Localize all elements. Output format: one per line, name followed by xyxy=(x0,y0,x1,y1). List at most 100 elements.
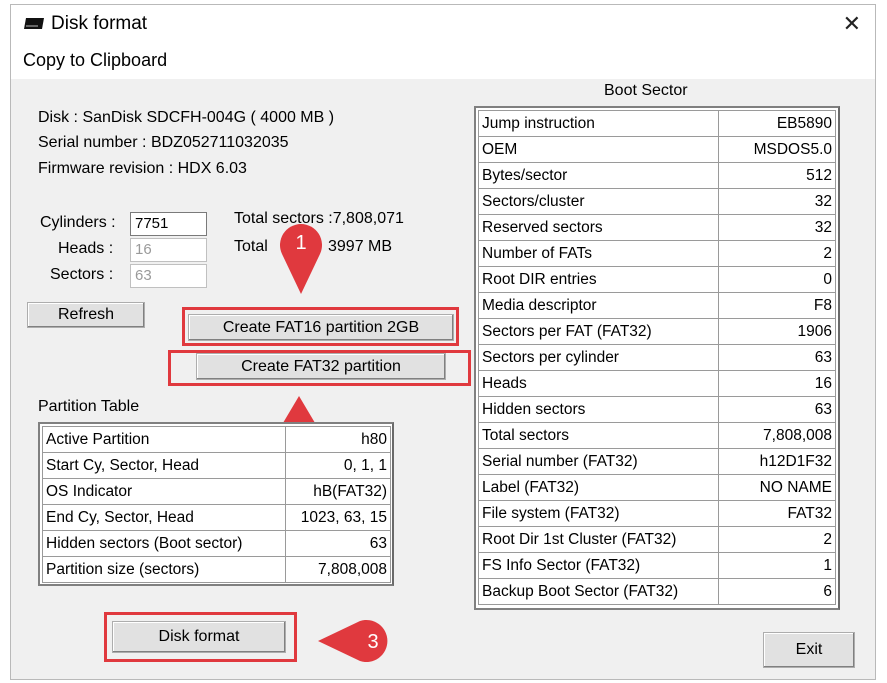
partition-table-value-cell: h80 xyxy=(285,426,391,453)
boot-sector-value-cell: 512 xyxy=(718,162,836,189)
sectors-field[interactable]: 63 xyxy=(130,264,207,288)
boot-sector-label-cell: Jump instruction xyxy=(477,110,720,137)
boot-sector-value-cell: NO NAME xyxy=(718,474,836,501)
boot-sector-title: Boot Sector xyxy=(604,82,688,99)
menu-bar: Copy to Clipboard xyxy=(11,43,875,79)
disk-icon xyxy=(24,18,44,29)
boot-sector-row: Sectors per cylinder 63 xyxy=(477,344,836,371)
boot-sector-label-cell: OEM xyxy=(477,136,720,163)
serial-number-text: Serial number : BDZ052711032035 xyxy=(38,134,289,151)
partition-table-value-cell: hB(FAT32) xyxy=(285,478,391,505)
boot-sector-label-cell: Label (FAT32) xyxy=(477,474,720,501)
partition-table-row: Active Partition h80 xyxy=(41,426,391,453)
boot-sector-row: Total sectors 7,808,008 xyxy=(477,422,836,449)
callout-3-label: 3 xyxy=(367,631,378,653)
callout-1-label: 1 xyxy=(295,232,306,254)
disk-name-text: Disk : SanDisk SDCFH-004G ( 4000 MB ) xyxy=(38,109,335,126)
boot-sector-row: Label (FAT32) NO NAME xyxy=(477,474,836,501)
boot-sector-row: File system (FAT32) FAT32 xyxy=(477,500,836,527)
partition-table-value-cell: 1023, 63, 15 xyxy=(285,504,391,531)
total-size-label: Total xyxy=(234,238,268,255)
boot-sector-label-cell: Media descriptor xyxy=(477,292,720,319)
cylinders-field[interactable]: 7751 xyxy=(130,212,207,236)
partition-table-row: Partition size (sectors) 7,808,008 xyxy=(41,556,391,583)
boot-sector-value-cell: 7,808,008 xyxy=(718,422,836,449)
boot-sector-row: Root Dir 1st Cluster (FAT32) 2 xyxy=(477,526,836,553)
partition-table-label-cell: Active Partition xyxy=(41,426,287,453)
partition-table-label-cell: Partition size (sectors) xyxy=(41,556,287,583)
firmware-text: Firmware revision : HDX 6.03 xyxy=(38,160,247,177)
partition-table-row: Start Cy, Sector, Head 0, 1, 1 xyxy=(41,452,391,479)
boot-sector-label-cell: Sectors/cluster xyxy=(477,188,720,215)
partition-table-label-cell: Hidden sectors (Boot sector) xyxy=(41,530,287,557)
boot-sector-label-cell: FS Info Sector (FAT32) xyxy=(477,552,720,579)
window-title: Disk format xyxy=(51,13,148,34)
boot-sector-row: Hidden sectors 63 xyxy=(477,396,836,423)
partition-table-title: Partition Table xyxy=(38,398,140,415)
boot-sector-value-cell: 1 xyxy=(718,552,836,579)
partition-table-value-cell: 0, 1, 1 xyxy=(285,452,391,479)
sectors-label: Sectors : xyxy=(50,266,114,283)
boot-sector-label-cell: Sectors per cylinder xyxy=(477,344,720,371)
boot-sector-label-cell: Root Dir 1st Cluster (FAT32) xyxy=(477,526,720,553)
boot-sector-row: Number of FATs 2 xyxy=(477,240,836,267)
total-size-value: 3997 MB xyxy=(328,238,393,255)
boot-sector-label-cell: Reserved sectors xyxy=(477,214,720,241)
heads-label: Heads : xyxy=(58,240,114,257)
cylinders-label: Cylinders : xyxy=(40,214,116,231)
boot-sector-value-cell: 32 xyxy=(718,214,836,241)
boot-sector-value-cell: FAT32 xyxy=(718,500,836,527)
fat16-highlight-box xyxy=(182,307,459,346)
boot-sector-value-cell: 63 xyxy=(718,344,836,371)
boot-sector-value-cell: 0 xyxy=(718,266,836,293)
partition-table-label-cell: OS Indicator xyxy=(41,478,287,505)
boot-sector-row: Root DIR entries 0 xyxy=(477,266,836,293)
boot-sector-value-cell: 6 xyxy=(718,578,836,605)
boot-sector-row: Sectors per FAT (FAT32) 1906 xyxy=(477,318,836,345)
partition-table-label-cell: Start Cy, Sector, Head xyxy=(41,452,287,479)
boot-sector-row: Serial number (FAT32) h12D1F32 xyxy=(477,448,836,475)
partition-table-label-cell: End Cy, Sector, Head xyxy=(41,504,287,531)
partition-table-row: OS Indicator hB(FAT32) xyxy=(41,478,391,505)
partition-table-value-cell: 7,808,008 xyxy=(285,556,391,583)
exit-button[interactable]: Exit xyxy=(763,632,855,668)
boot-sector-label-cell: Number of FATs xyxy=(477,240,720,267)
boot-sector-row: Heads 16 xyxy=(477,370,836,397)
boot-sector-label-cell: Total sectors xyxy=(477,422,720,449)
menu-copy-to-clipboard[interactable]: Copy to Clipboard xyxy=(23,50,167,71)
boot-sector-row: Bytes/sector 512 xyxy=(477,162,836,189)
boot-sector-row: Backup Boot Sector (FAT32) 6 xyxy=(477,578,836,605)
partition-table-row: Hidden sectors (Boot sector) 63 xyxy=(41,530,391,557)
boot-sector-row: FS Info Sector (FAT32) 1 xyxy=(477,552,836,579)
boot-sector-value-cell: F8 xyxy=(718,292,836,319)
boot-sector-label-cell: Hidden sectors xyxy=(477,396,720,423)
boot-sector-label-cell: Backup Boot Sector (FAT32) xyxy=(477,578,720,605)
boot-sector-value-cell: 16 xyxy=(718,370,836,397)
boot-sector-table: Jump instruction EB5890 OEM MSDOS5.0 Bytes/s… xyxy=(474,106,840,610)
heads-field[interactable]: 16 xyxy=(130,238,207,262)
disk-format-highlight-box xyxy=(104,612,297,662)
boot-sector-label-cell: File system (FAT32) xyxy=(477,500,720,527)
fat32-highlight-box xyxy=(168,350,471,386)
title-bar: Disk format ✕ xyxy=(11,5,875,43)
boot-sector-value-cell: 63 xyxy=(718,396,836,423)
boot-sector-value-cell: 2 xyxy=(718,526,836,553)
partition-table-row: End Cy, Sector, Head 1023, 63, 15 xyxy=(41,504,391,531)
boot-sector-row: Sectors/cluster 32 xyxy=(477,188,836,215)
boot-sector-label-cell: Bytes/sector xyxy=(477,162,720,189)
boot-sector-row: Jump instruction EB5890 xyxy=(477,110,836,137)
callout-1-marker: 1 xyxy=(280,224,322,294)
boot-sector-row: Media descriptor F8 xyxy=(477,292,836,319)
boot-sector-row: OEM MSDOS5.0 xyxy=(477,136,836,163)
boot-sector-label-cell: Heads xyxy=(477,370,720,397)
close-icon[interactable]: ✕ xyxy=(843,11,861,37)
callout-3-marker: 3 xyxy=(318,620,388,662)
boot-sector-value-cell: EB5890 xyxy=(718,110,836,137)
boot-sector-value-cell: 2 xyxy=(718,240,836,267)
partition-table-value-cell: 63 xyxy=(285,530,391,557)
boot-sector-label-cell: Root DIR entries xyxy=(477,266,720,293)
boot-sector-value-cell: h12D1F32 xyxy=(718,448,836,475)
boot-sector-label-cell: Serial number (FAT32) xyxy=(477,448,720,475)
refresh-button[interactable]: Refresh xyxy=(27,302,145,328)
boot-sector-value-cell: 1906 xyxy=(718,318,836,345)
